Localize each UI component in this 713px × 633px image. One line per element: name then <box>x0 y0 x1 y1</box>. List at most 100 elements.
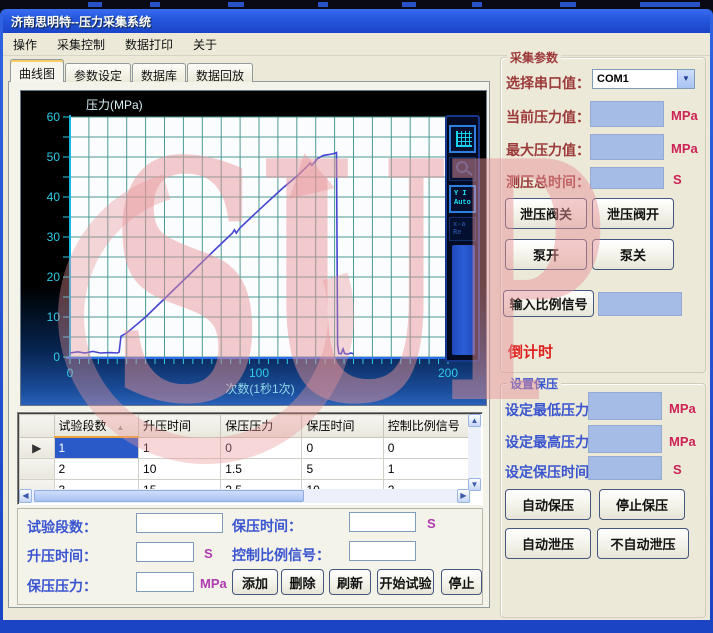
current-pressure-unit: MPa <box>671 108 698 123</box>
serial-port-value: COM1 <box>593 73 677 85</box>
refresh-button[interactable]: 刷新 <box>329 569 371 595</box>
max-pressure-label: 最大压力值： <box>506 140 590 160</box>
scroll-left-icon[interactable]: ◀ <box>19 489 32 503</box>
hold-time-input[interactable] <box>349 512 416 532</box>
y-tick-label: 0 <box>53 350 60 364</box>
chart-canvas: 01020304050600100200压力(MPa)次数(1秒1次) <box>21 91 488 407</box>
row-selector[interactable]: ▶ <box>20 437 55 458</box>
table-row[interactable]: ▶11000 <box>20 437 470 458</box>
table-cell[interactable]: 0 <box>221 437 302 458</box>
y-tick-label: 60 <box>47 110 61 124</box>
menu-bar: 操作 采集控制 数据打印 关于 <box>3 33 710 56</box>
add-button[interactable]: 添加 <box>232 569 278 595</box>
auto-hold-button[interactable]: 自动保压 <box>505 489 591 520</box>
row-selector-header[interactable] <box>20 415 55 438</box>
menu-item-acquisition-control[interactable]: 采集控制 <box>47 33 115 56</box>
hold-time-unit: S <box>427 516 436 531</box>
stop-button[interactable]: 停止 <box>441 569 482 595</box>
ratio-signal-field[interactable] <box>598 292 682 316</box>
tab-parameter-setting[interactable]: 参数设定 <box>65 63 131 82</box>
total-time-field <box>590 167 664 189</box>
y-tick-label: 30 <box>47 230 61 244</box>
tab-curve-chart[interactable]: 曲线图 <box>10 59 64 82</box>
column-header[interactable]: 控制比例信号 <box>383 415 469 438</box>
table-cell[interactable]: 0 <box>383 437 469 458</box>
table-cell[interactable]: 1.5 <box>221 458 302 479</box>
max-set-pressure-field[interactable] <box>588 425 662 453</box>
seg-count-input[interactable] <box>136 513 223 533</box>
delete-button[interactable]: 删除 <box>281 569 324 595</box>
row-selector[interactable] <box>20 458 55 479</box>
hold-time-label: 保压时间： <box>232 516 302 536</box>
serial-port-label: 选择串口值： <box>506 73 590 93</box>
grid-scale-icon[interactable] <box>449 125 476 153</box>
column-header[interactable]: 试验段数▲ <box>54 415 139 438</box>
rise-time-input[interactable] <box>136 542 194 562</box>
no-auto-release-button[interactable]: 不自动泄压 <box>597 528 689 559</box>
y-tick-label: 40 <box>47 190 61 204</box>
ratio-signal-label: 控制比例信号： <box>232 545 330 565</box>
hold-pressure-unit: MPa <box>200 576 227 591</box>
table-row[interactable]: 2101.551 <box>20 458 470 479</box>
hold-pressure-label: 保压压力： <box>27 576 97 596</box>
table-cell[interactable]: 2 <box>54 458 139 479</box>
table-cell[interactable]: 5 <box>302 458 383 479</box>
background-window-edge <box>0 0 713 9</box>
serial-port-select[interactable]: COM1 ▼ <box>592 69 695 89</box>
x-tick-label: 200 <box>438 366 458 380</box>
scroll-right-icon[interactable]: ▶ <box>457 489 470 503</box>
column-header[interactable]: 保压压力 <box>221 415 302 438</box>
column-header[interactable]: 升压时间 <box>139 415 221 438</box>
table-cell[interactable]: 1 <box>139 437 221 458</box>
current-pressure-field <box>590 101 664 127</box>
chevron-down-icon[interactable]: ▼ <box>677 70 694 88</box>
rise-time-label: 升压时间： <box>27 546 97 566</box>
pump-off-button[interactable]: 泵关 <box>592 239 674 270</box>
rise-time-unit: S <box>204 546 213 561</box>
app-window: { "window": { "title": "济南思明特--压力采集系统" }… <box>0 0 713 633</box>
table-cell[interactable]: 10 <box>139 458 221 479</box>
relief-valve-open-button[interactable]: 泄压阀开 <box>592 198 674 229</box>
ratio-signal-input[interactable] <box>349 541 416 561</box>
hold-pressure-input[interactable] <box>136 572 194 592</box>
table-cell[interactable]: 0 <box>302 437 383 458</box>
x-axis-title: 次数(1秒1次) <box>225 381 294 396</box>
table-cell[interactable]: 1 <box>383 458 469 479</box>
relief-valve-close-button[interactable]: 泄压阀关 <box>505 198 587 229</box>
zoom-icon[interactable] <box>449 157 476 181</box>
acquisition-group-title: 采集参数 <box>507 49 561 66</box>
tab-data-replay[interactable]: 数据回放 <box>187 63 253 82</box>
y-autoscale-icon[interactable]: Y IAuto <box>449 185 476 213</box>
pump-on-button[interactable]: 泵开 <box>505 239 587 270</box>
holding-group-title: 设置保压 <box>507 375 561 392</box>
start-test-button[interactable]: 开始试验 <box>377 569 434 595</box>
y-tick-label: 20 <box>47 270 61 284</box>
menu-item-about[interactable]: 关于 <box>183 33 227 56</box>
menu-item-operation[interactable]: 操作 <box>3 33 47 56</box>
tab-strip: 曲线图 参数设定 数据库 数据回放 <box>10 59 254 82</box>
min-pressure-field[interactable] <box>588 392 662 420</box>
tab-database[interactable]: 数据库 <box>132 63 186 82</box>
test-stages-table: 试验段数▲升压时间保压压力保压时间控制比例信号▶110002101.551315… <box>17 412 483 505</box>
rescale-icon[interactable]: x-aRe <box>449 217 476 241</box>
total-time-unit: S <box>673 172 682 187</box>
x-tick-label: 100 <box>249 366 269 380</box>
auto-release-button[interactable]: 自动泄压 <box>505 528 591 559</box>
hold-duration-field[interactable] <box>588 456 662 480</box>
table-vertical-scrollbar[interactable]: ▲ ▼ <box>468 414 481 491</box>
pressure-chart[interactable]: 01020304050600100200压力(MPa)次数(1秒1次) Y IA… <box>20 90 487 406</box>
menu-item-data-print[interactable]: 数据打印 <box>115 33 183 56</box>
x-tick-label: 0 <box>67 366 74 380</box>
y-tick-label: 50 <box>47 150 61 164</box>
scroll-up-icon[interactable]: ▲ <box>468 414 481 427</box>
window-title: 济南思明特--压力采集系统 <box>3 13 151 30</box>
table-horizontal-scrollbar[interactable]: ◀ ▶ <box>19 489 470 503</box>
column-header[interactable]: 保压时间 <box>302 415 383 438</box>
palette-scrollbar[interactable] <box>452 245 475 355</box>
countdown-label: 倒计时 <box>508 341 553 362</box>
stop-hold-button[interactable]: 停止保压 <box>599 489 685 520</box>
table-cell[interactable]: 1 <box>54 437 139 458</box>
input-ratio-signal-button[interactable]: 输入比例信号 <box>503 290 594 317</box>
hscroll-thumb[interactable] <box>34 490 304 502</box>
title-bar[interactable]: 济南思明特--压力采集系统 <box>3 9 710 33</box>
